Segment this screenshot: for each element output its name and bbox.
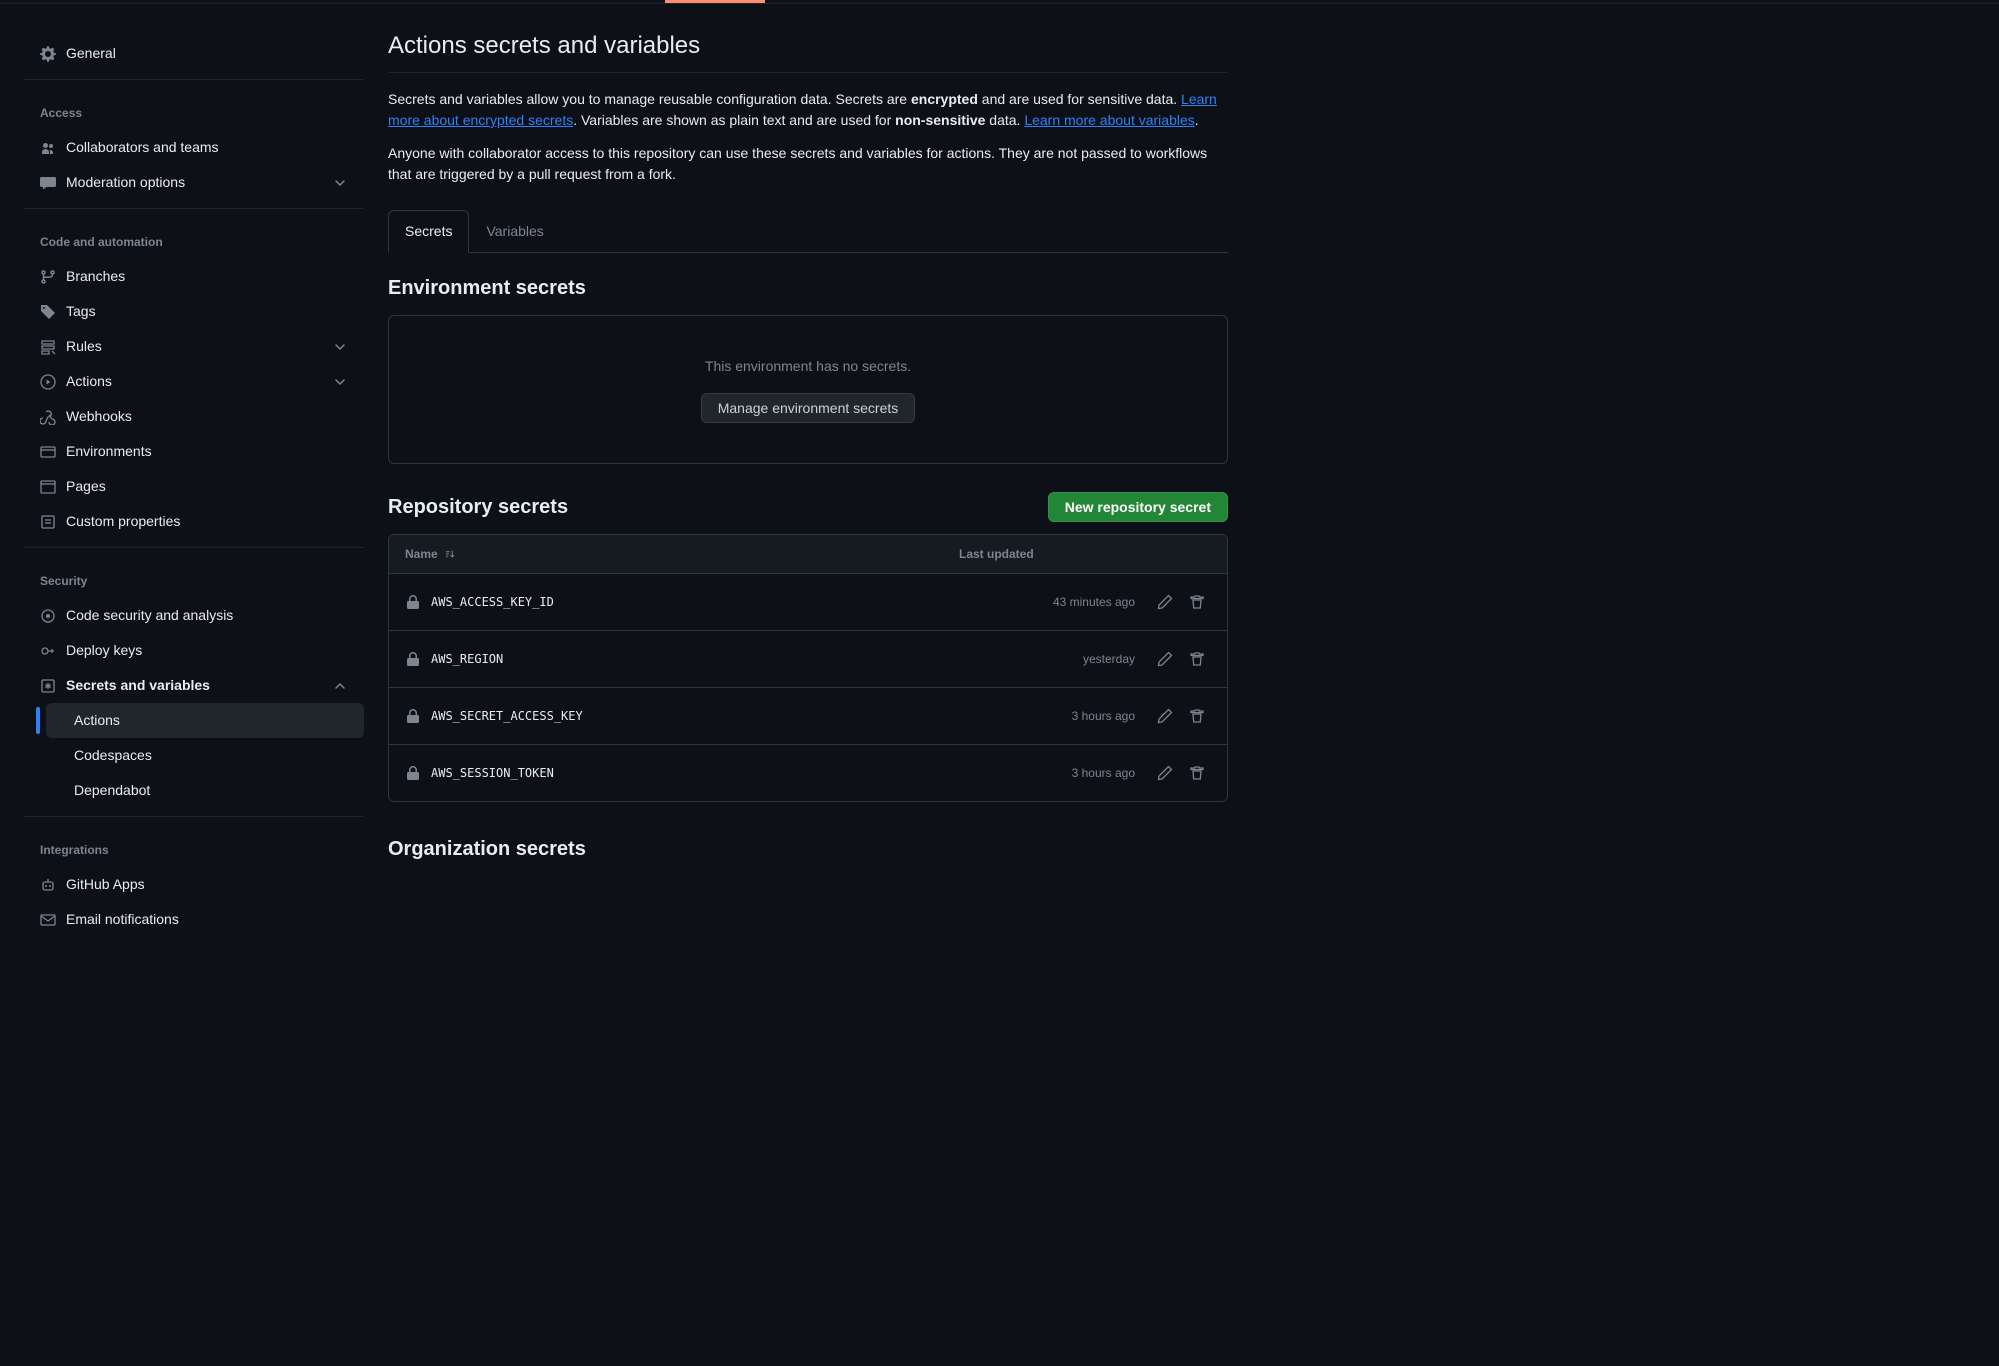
sidebar-heading-security: Security (24, 564, 364, 598)
sidebar-item-pages[interactable]: Pages (24, 469, 364, 504)
edit-secret-button[interactable] (1151, 759, 1179, 787)
sidebar-item-collaborators[interactable]: Collaborators and teams (24, 130, 364, 165)
repository-secrets-heading: Repository secrets (388, 492, 568, 522)
sidebar-item-environments[interactable]: Environments (24, 434, 364, 469)
general-label: General (66, 43, 116, 64)
table-row: AWS_SESSION_TOKEN3 hours ago (389, 744, 1227, 801)
lock-icon (405, 594, 421, 610)
sidebar-item-custom-properties[interactable]: Custom properties (24, 504, 364, 539)
asterisk-icon (40, 678, 56, 694)
organization-secrets-heading: Organization secrets (388, 834, 1228, 864)
delete-secret-button[interactable] (1183, 645, 1211, 673)
scan-icon (40, 608, 56, 624)
sidebar-subitem-dependabot[interactable]: Dependabot (46, 773, 364, 808)
table-row: AWS_REGIONyesterday (389, 630, 1227, 687)
trash-icon (1189, 765, 1205, 781)
secrets-variables-sublist: Actions Codespaces Dependabot (36, 703, 364, 808)
webhook-icon (40, 409, 56, 425)
pencil-icon (1157, 594, 1173, 610)
top-tab-indicator (0, 0, 1999, 3)
sidebar-subitem-codespaces[interactable]: Codespaces (46, 738, 364, 773)
tab-variables[interactable]: Variables (469, 210, 560, 253)
pencil-icon (1157, 765, 1173, 781)
sidebar-item-rules[interactable]: Rules (24, 329, 364, 364)
sidebar-item-actions[interactable]: Actions (24, 364, 364, 399)
page-title: Actions secrets and variables (388, 28, 1228, 73)
main-content: Actions secrets and variables Secrets an… (388, 28, 1228, 953)
sidebar-item-tags[interactable]: Tags (24, 294, 364, 329)
lock-icon (405, 708, 421, 724)
intro-paragraph-2: Anyone with collaborator access to this … (388, 143, 1228, 185)
note-icon (40, 514, 56, 530)
browser-icon (40, 479, 56, 495)
rules-icon (40, 339, 56, 355)
lock-icon (405, 651, 421, 667)
branch-icon (40, 269, 56, 285)
secret-updated: 43 minutes ago (955, 593, 1135, 611)
people-icon (40, 140, 56, 156)
sidebar-item-code-security[interactable]: Code security and analysis (24, 598, 364, 633)
trash-icon (1189, 651, 1205, 667)
table-row: AWS_ACCESS_KEY_ID43 minutes ago (389, 573, 1227, 630)
table-header: Name Last updated (389, 535, 1227, 573)
gear-icon (40, 46, 56, 62)
manage-environment-secrets-button[interactable]: Manage environment secrets (701, 393, 916, 423)
secret-updated: yesterday (955, 650, 1135, 668)
repository-secrets-table: Name Last updated AWS_ACCESS_KEY_ID43 mi… (388, 534, 1228, 802)
key-icon (40, 643, 56, 659)
delete-secret-button[interactable] (1183, 588, 1211, 616)
edit-secret-button[interactable] (1151, 702, 1179, 730)
secret-name: AWS_SECRET_ACCESS_KEY (431, 707, 955, 725)
sidebar-heading-integrations: Integrations (24, 833, 364, 867)
column-name-header[interactable]: Name (405, 545, 959, 563)
environment-empty-text: This environment has no secrets. (405, 356, 1211, 377)
secret-name: AWS_REGION (431, 650, 955, 668)
secret-updated: 3 hours ago (955, 764, 1135, 782)
settings-sidebar: General Access Collaborators and teams M… (24, 28, 364, 953)
sidebar-item-email-notifications[interactable]: Email notifications (24, 902, 364, 937)
chevron-down-icon (332, 339, 348, 355)
chevron-up-icon (332, 678, 348, 694)
tab-secrets[interactable]: Secrets (388, 210, 469, 253)
sidebar-item-deploy-keys[interactable]: Deploy keys (24, 633, 364, 668)
environment-secrets-box: This environment has no secrets. Manage … (388, 315, 1228, 464)
secret-name: AWS_SESSION_TOKEN (431, 764, 955, 782)
table-row: AWS_SECRET_ACCESS_KEY3 hours ago (389, 687, 1227, 744)
sidebar-heading-access: Access (24, 96, 364, 130)
sort-icon (444, 548, 456, 560)
delete-secret-button[interactable] (1183, 759, 1211, 787)
tab-row: Secrets Variables (388, 209, 1228, 253)
sidebar-subitem-actions[interactable]: Actions (46, 703, 364, 738)
play-icon (40, 374, 56, 390)
pencil-icon (1157, 651, 1173, 667)
environments-icon (40, 444, 56, 460)
mail-icon (40, 912, 56, 928)
sidebar-item-branches[interactable]: Branches (24, 259, 364, 294)
sidebar-item-webhooks[interactable]: Webhooks (24, 399, 364, 434)
trash-icon (1189, 708, 1205, 724)
sidebar-item-moderation[interactable]: Moderation options (24, 165, 364, 200)
column-updated-header: Last updated (959, 545, 1139, 563)
sidebar-item-secrets-variables[interactable]: Secrets and variables (24, 668, 364, 703)
edit-secret-button[interactable] (1151, 588, 1179, 616)
tag-icon (40, 304, 56, 320)
pencil-icon (1157, 708, 1173, 724)
intro-paragraph-1: Secrets and variables allow you to manag… (388, 89, 1228, 131)
sidebar-item-general[interactable]: General (24, 36, 364, 71)
delete-secret-button[interactable] (1183, 702, 1211, 730)
secret-name: AWS_ACCESS_KEY_ID (431, 593, 955, 611)
sidebar-item-github-apps[interactable]: GitHub Apps (24, 867, 364, 902)
new-repository-secret-button[interactable]: New repository secret (1048, 492, 1228, 522)
chevron-down-icon (332, 175, 348, 191)
learn-more-variables-link[interactable]: Learn more about variables (1024, 112, 1194, 128)
trash-icon (1189, 594, 1205, 610)
robot-icon (40, 877, 56, 893)
chevron-down-icon (332, 374, 348, 390)
environment-secrets-heading: Environment secrets (388, 273, 1228, 303)
lock-icon (405, 765, 421, 781)
edit-secret-button[interactable] (1151, 645, 1179, 673)
sidebar-heading-code: Code and automation (24, 225, 364, 259)
secret-updated: 3 hours ago (955, 707, 1135, 725)
comment-icon (40, 175, 56, 191)
